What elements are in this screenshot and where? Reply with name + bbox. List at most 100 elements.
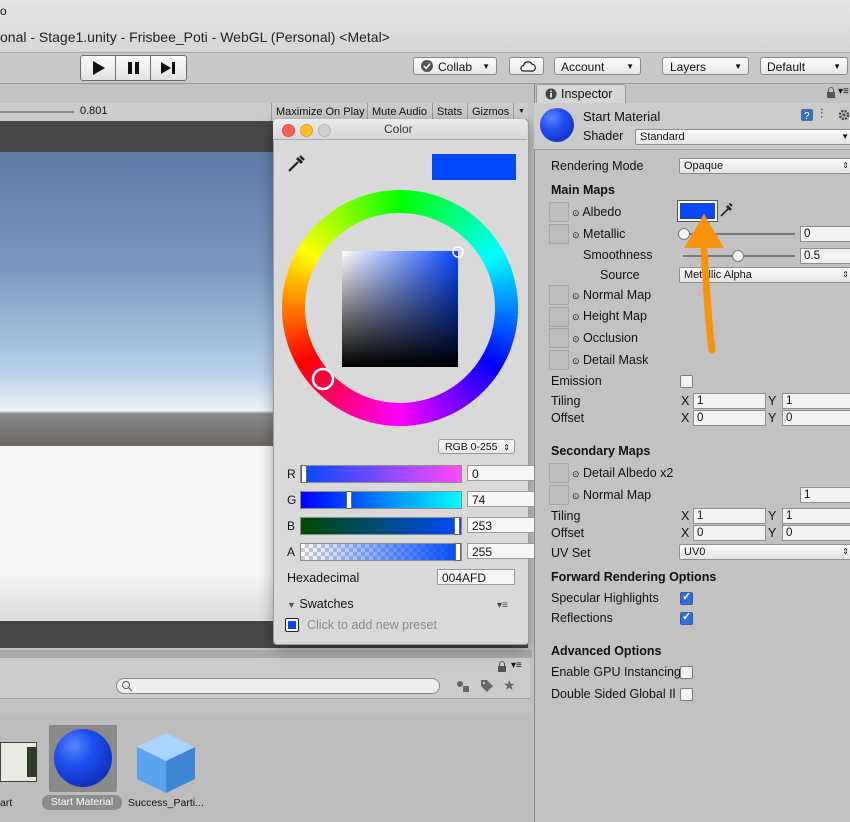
- object-picker-icon[interactable]: ⊙: [572, 230, 580, 240]
- cloud-button[interactable]: [509, 57, 544, 75]
- scale-slider[interactable]: [0, 111, 74, 113]
- secondary-tiling-x-field[interactable]: 1: [693, 508, 766, 524]
- object-picker-icon[interactable]: ⊙: [572, 312, 580, 322]
- albedo-row-label[interactable]: ⊙ Albedo: [572, 205, 621, 219]
- height-map-row-label[interactable]: ⊙ Height Map: [572, 309, 647, 323]
- secondary-normal-scale-field[interactable]: 1: [800, 487, 850, 503]
- project-search-input[interactable]: [116, 678, 440, 694]
- favorite-star-icon[interactable]: ★: [503, 677, 516, 694]
- detail-albedo-row-label[interactable]: ⊙ Detail Albedo x2: [572, 466, 673, 480]
- material-sphere-preview: [54, 729, 112, 787]
- secondary-normal-row-label[interactable]: ⊙ Normal Map: [572, 488, 651, 502]
- blue-slider[interactable]: [300, 517, 462, 535]
- close-window-button[interactable]: [282, 124, 295, 137]
- object-picker-icon[interactable]: ⊙: [572, 334, 580, 344]
- secondary-normal-texture-slot[interactable]: [549, 485, 569, 505]
- tag-icon[interactable]: [480, 679, 494, 693]
- normal-map-label: Normal Map: [583, 288, 652, 302]
- gpu-instancing-label: Enable GPU Instancing: [551, 665, 681, 679]
- add-preset-hint[interactable]: Click to add new preset: [307, 618, 437, 632]
- shader-dropdown[interactable]: Standard ▼: [635, 129, 850, 145]
- reflections-checkbox[interactable]: [680, 610, 693, 625]
- offset-x-field[interactable]: 0: [693, 410, 766, 426]
- metallic-value-field[interactable]: 0: [800, 226, 850, 242]
- collab-dropdown[interactable]: Collab ▼: [413, 57, 497, 75]
- asset-thumbnail-start-material[interactable]: [49, 725, 117, 792]
- detail-mask-texture-slot[interactable]: [549, 350, 569, 370]
- secondary-offset-x-field[interactable]: 0: [693, 525, 766, 541]
- color-mode-dropdown[interactable]: RGB 0-255 ⇕: [438, 439, 515, 454]
- height-map-texture-slot[interactable]: [549, 307, 569, 327]
- gear-icon[interactable]: [838, 109, 850, 121]
- tiling-y-field[interactable]: 1: [782, 393, 850, 409]
- inspector-tab[interactable]: Inspector: [536, 84, 626, 103]
- material-name: Start Material: [583, 109, 661, 124]
- zoom-window-button[interactable]: [318, 124, 331, 137]
- panel-divider[interactable]: [0, 650, 532, 658]
- secondary-tiling-y-field[interactable]: 1: [782, 508, 850, 524]
- filter-type-icon[interactable]: [455, 679, 471, 693]
- minimize-window-button[interactable]: [300, 124, 313, 137]
- normal-map-row-label[interactable]: ⊙ Normal Map: [572, 288, 651, 302]
- play-button[interactable]: [81, 56, 116, 80]
- swatches-section[interactable]: ▼ Swatches: [287, 597, 354, 611]
- object-picker-icon[interactable]: ⊙: [572, 491, 580, 501]
- metallic-row-label[interactable]: ⊙ Metallic: [572, 227, 625, 241]
- color-wheel[interactable]: [282, 190, 518, 426]
- secondary-offset-y-field[interactable]: 0: [782, 525, 850, 541]
- blue-value-field[interactable]: 253: [467, 517, 539, 533]
- detail-albedo-texture-slot[interactable]: [549, 463, 569, 483]
- red-slider[interactable]: [300, 465, 462, 483]
- menu-fragment[interactable]: o: [0, 4, 7, 18]
- advanced-options-header: Advanced Options: [551, 644, 662, 658]
- emission-checkbox[interactable]: [680, 375, 693, 388]
- step-button[interactable]: [151, 56, 186, 80]
- panel-menu-icon[interactable]: ▾≡: [838, 86, 849, 97]
- alpha-slider[interactable]: [300, 543, 462, 561]
- lock-icon[interactable]: [497, 661, 507, 673]
- object-picker-icon[interactable]: ⊙: [572, 208, 580, 218]
- account-dropdown[interactable]: Account ▼: [554, 57, 641, 75]
- green-slider-handle[interactable]: [346, 491, 352, 509]
- rendering-mode-dropdown[interactable]: Opaque ⇕: [679, 158, 850, 174]
- blue-slider-handle[interactable]: [454, 517, 460, 535]
- asset-thumbnail-art[interactable]: [0, 742, 37, 782]
- preset-sliders-icon[interactable]: ⫶: [820, 106, 823, 122]
- scale-value: 0.801: [80, 105, 108, 117]
- object-picker-icon[interactable]: ⊙: [572, 469, 580, 479]
- metallic-texture-slot[interactable]: [549, 224, 569, 244]
- red-value-field[interactable]: 0: [467, 465, 539, 481]
- help-book-icon[interactable]: ?: [800, 108, 814, 122]
- albedo-label: Albedo: [582, 205, 622, 219]
- double-sided-gi-checkbox[interactable]: [680, 688, 693, 701]
- preset-swatch[interactable]: [285, 618, 299, 632]
- normal-map-texture-slot[interactable]: [549, 285, 569, 305]
- object-picker-icon[interactable]: ⊙: [572, 356, 580, 366]
- albedo-texture-slot[interactable]: [549, 202, 569, 222]
- hexadecimal-field[interactable]: 004AFD: [437, 569, 515, 585]
- layout-dropdown[interactable]: Default ▼: [760, 57, 848, 75]
- lock-icon[interactable]: [826, 87, 836, 99]
- offset-y-field[interactable]: 0: [782, 410, 850, 426]
- swatches-menu-icon[interactable]: ▾≡: [497, 600, 508, 611]
- smoothness-value-field[interactable]: 0.5: [800, 248, 850, 264]
- alpha-slider-handle[interactable]: [455, 543, 461, 561]
- tiling-x-field[interactable]: 1: [693, 393, 766, 409]
- red-slider-handle[interactable]: [301, 465, 307, 483]
- panel-menu-icon[interactable]: ▾≡: [511, 660, 522, 671]
- detail-mask-row-label[interactable]: ⊙ Detail Mask: [572, 353, 648, 367]
- green-value-field[interactable]: 74: [467, 491, 539, 507]
- alpha-value-field[interactable]: 255: [467, 543, 539, 559]
- object-picker-icon[interactable]: ⊙: [572, 291, 580, 301]
- occlusion-texture-slot[interactable]: [549, 328, 569, 348]
- layers-label: Layers: [670, 60, 707, 74]
- prefab-cube-icon[interactable]: [133, 729, 199, 795]
- occlusion-row-label[interactable]: ⊙ Occlusion: [572, 331, 638, 345]
- specular-highlights-checkbox[interactable]: [680, 590, 693, 605]
- uv-set-dropdown[interactable]: UV0 ⇕: [679, 544, 850, 560]
- eyedropper-icon[interactable]: [285, 153, 307, 175]
- layers-dropdown[interactable]: Layers ▼: [662, 57, 749, 75]
- green-slider[interactable]: [300, 491, 462, 509]
- gpu-instancing-checkbox[interactable]: [680, 666, 693, 679]
- pause-button[interactable]: [116, 56, 151, 80]
